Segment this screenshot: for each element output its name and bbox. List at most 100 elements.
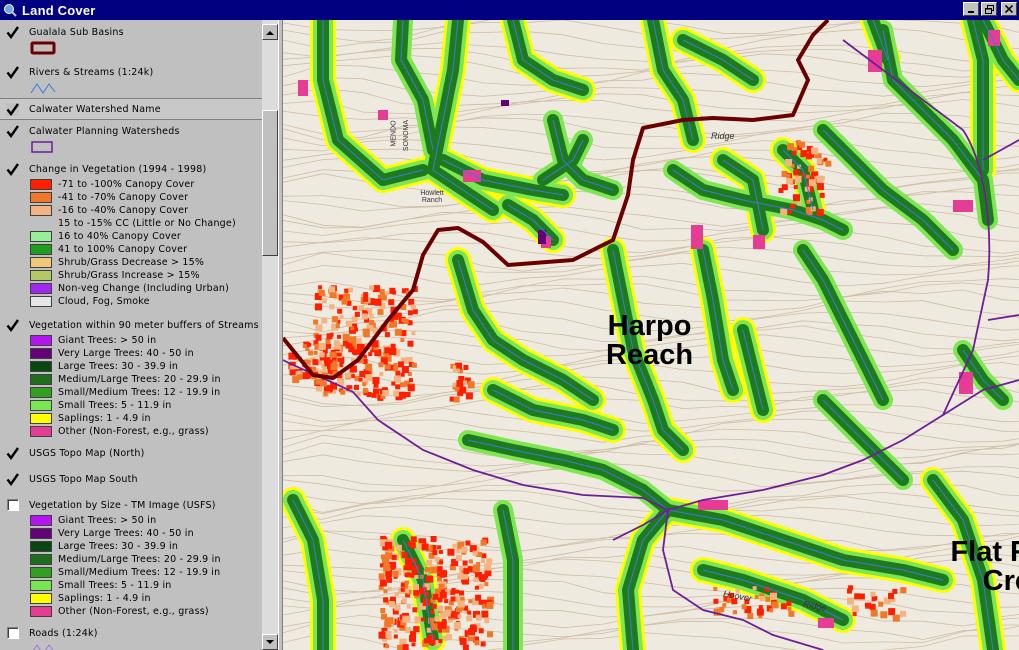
canopy-loss-pixel	[430, 536, 437, 542]
canopy-loss-pixel	[475, 614, 482, 621]
canopy-loss-pixel	[790, 203, 796, 209]
theme-visibility-checkbox[interactable]	[6, 25, 19, 39]
theme-visibility-checkbox[interactable]	[6, 472, 19, 486]
canopy-loss-pixel	[864, 603, 869, 607]
canopy-loss-pixel	[378, 631, 386, 639]
theme-visibility-checkbox[interactable]	[6, 446, 19, 460]
canopy-loss-pixel	[420, 617, 425, 622]
restore-button[interactable]	[981, 2, 997, 16]
canopy-loss-pixel	[428, 617, 434, 624]
checkmark-icon	[6, 102, 19, 116]
canopy-loss-pixel	[393, 628, 398, 633]
canopy-loss-pixel	[337, 334, 341, 339]
canopy-loss-pixel	[880, 611, 888, 619]
watershed-label-flat-ridge-creek: Flat R Cre	[931, 538, 1019, 596]
watershed-label-line: Harpo	[607, 310, 692, 342]
canopy-loss-pixel	[486, 601, 494, 609]
canopy-loss-pixel	[381, 613, 387, 620]
theme-usgs-topo-north[interactable]: USGS Topo Map (North)	[0, 444, 262, 462]
theme-calwater-watershed-name[interactable]: Calwater Watershed Name	[0, 100, 262, 118]
canopy-loss-pixel	[741, 604, 747, 610]
canopy-loss-pixel	[362, 387, 368, 393]
window-title-bar[interactable]: Land Cover	[0, 0, 1019, 20]
canopy-loss-pixel	[463, 365, 469, 370]
legend-class-list: Giant Trees: > 50 in Very Large Trees: 40…	[0, 334, 262, 438]
legend-swatch	[30, 244, 52, 255]
canopy-loss-pixel	[384, 332, 390, 338]
theme-visibility-checkbox[interactable]	[7, 499, 19, 511]
theme-vegetation-by-size-tm[interactable]: Vegetation by Size - TM Image (USFS) Gia…	[0, 496, 262, 618]
legend-class-label: Giant Trees: > 50 in	[58, 515, 157, 526]
legend-class-label: Other (Non-Forest, e.g., grass)	[58, 606, 209, 617]
canopy-loss-pixel	[900, 610, 907, 617]
canopy-loss-pixel	[403, 565, 409, 571]
close-button[interactable]	[1001, 2, 1017, 16]
theme-visibility-checkbox[interactable]	[6, 102, 19, 116]
canopy-loss-pixel	[385, 291, 389, 296]
legend-class-label: Small/Medium Trees: 12 - 19.9 in	[58, 567, 221, 578]
map-view[interactable]: Ridge Hoover Ridge MENDO SONOMA Howlett …	[283, 20, 1019, 650]
basin-outline-symbol	[30, 41, 56, 55]
theme-visibility-checkbox[interactable]	[6, 318, 19, 332]
canopy-loss-pixel	[315, 324, 323, 332]
canopy-loss-pixel	[289, 369, 296, 376]
legend-swatch	[30, 335, 52, 346]
theme-usgs-topo-south[interactable]: USGS Topo Map South	[0, 470, 262, 488]
canopy-loss-pixel	[348, 346, 355, 353]
watershed-label-line: Flat R	[950, 536, 1019, 568]
theme-name: USGS Topo Map (North)	[29, 447, 145, 459]
theme-visibility-checkbox[interactable]	[7, 627, 19, 639]
theme-separator	[0, 119, 262, 120]
canopy-loss-pixel	[468, 628, 476, 636]
canopy-loss-pixel	[356, 337, 362, 343]
canopy-loss-pixel	[383, 589, 388, 594]
theme-visibility-checkbox[interactable]	[6, 162, 19, 176]
canopy-loss-pixel	[456, 364, 461, 369]
canopy-loss-pixel	[313, 319, 319, 325]
canopy-loss-pixel	[302, 344, 307, 349]
legend-class-label: 15 to -15% CC (Little or No Change)	[58, 218, 236, 229]
scroll-up-button[interactable]	[262, 24, 278, 40]
canopy-loss-pixel	[345, 320, 352, 327]
legend-class-label: Non-veg Change (Including Urban)	[58, 283, 230, 294]
canopy-loss-pixel	[847, 588, 852, 594]
canopy-loss-pixel	[461, 546, 468, 553]
theme-change-in-vegetation[interactable]: Change in Vegetation (1994 - 1998) -71 t…	[0, 160, 262, 308]
canopy-loss-pixel	[347, 287, 353, 293]
stream-line-symbol	[30, 83, 56, 94]
theme-calwater-planning-watersheds[interactable]: Calwater Planning Watersheds	[0, 122, 262, 154]
canopy-loss-pixel	[342, 340, 348, 346]
canopy-loss-pixel	[808, 165, 815, 172]
canopy-loss-pixel	[793, 169, 800, 176]
canopy-loss-pixel	[387, 586, 392, 591]
minimize-button[interactable]	[963, 2, 979, 16]
canopy-loss-pixel	[405, 558, 412, 566]
canopy-loss-pixel	[333, 342, 341, 350]
canopy-loss-pixel	[722, 603, 727, 608]
checkmark-icon	[6, 124, 19, 138]
canopy-loss-pixel	[851, 605, 859, 613]
legend-scrollbar[interactable]	[262, 20, 278, 650]
legend-class-label: Medium/Large Trees: 20 - 29.9 in	[58, 554, 221, 565]
globe-app-icon	[2, 2, 18, 18]
theme-roads[interactable]: Roads (1:24k)	[0, 624, 262, 650]
canopy-loss-pixel	[393, 634, 398, 639]
canopy-loss-pixel	[455, 589, 460, 594]
canopy-loss-pixel	[385, 552, 393, 560]
theme-visibility-checkbox[interactable]	[6, 124, 19, 138]
scroll-down-button[interactable]	[262, 634, 278, 650]
canopy-loss-pixel	[786, 174, 791, 178]
canopy-loss-pixel	[394, 328, 402, 336]
theme-gualala-sub-basins[interactable]: Gualala Sub Basins	[0, 23, 262, 55]
legend-class-label: 16 to 40% Canopy Cover	[58, 231, 181, 242]
theme-visibility-checkbox[interactable]	[6, 65, 19, 79]
canopy-loss-pixel	[780, 603, 787, 610]
legend-class-label: Small Trees: 5 - 11.9 in	[58, 400, 172, 411]
canopy-loss-pixel	[297, 374, 303, 380]
scroll-thumb[interactable]	[262, 110, 278, 256]
theme-vegetation-stream-buffers[interactable]: Vegetation within 90 meter buffers of St…	[0, 316, 262, 438]
legend-class-row: Medium/Large Trees: 20 - 29.9 in	[0, 373, 262, 386]
legend-swatch	[30, 606, 52, 617]
theme-rivers-streams[interactable]: Rivers & Streams (1:24k)	[0, 63, 262, 95]
canopy-loss-pixel	[337, 308, 343, 314]
